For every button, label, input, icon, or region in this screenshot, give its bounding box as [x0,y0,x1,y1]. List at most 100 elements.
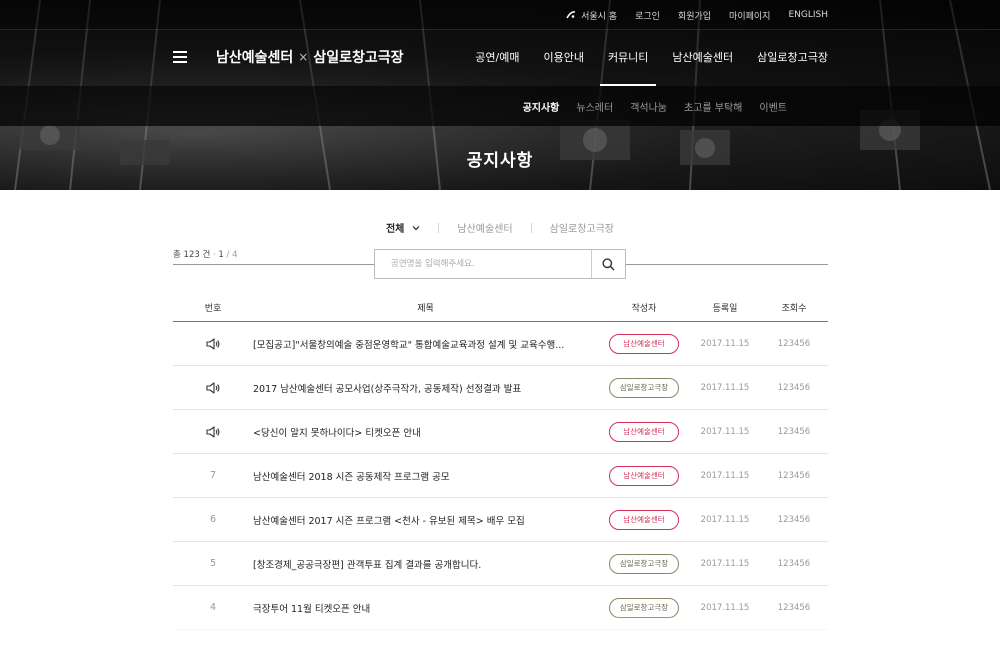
table-row[interactable]: 4 극장투어 11월 티켓오픈 안내 삼일로창고극장 2017.11.15 123456 [173,586,828,630]
row-number: 6 [209,514,217,525]
row-date: 2017.11.15 [700,558,750,569]
row-number: 5 [209,558,217,569]
filter-all[interactable]: 전체 [386,220,420,235]
notice-marker [173,381,253,395]
header-title: 제목 [417,304,434,314]
snb-newsletter[interactable]: 뉴스레터 [576,99,613,114]
notice-table: 번호 제목 작성자 등록일 조회수 [모집공고]"서울창의예술 중점운영학교" … [173,294,828,630]
author-badge: 삼일로창고극장 [609,597,679,618]
table-row[interactable]: 6 남산예술센터 2017 시즌 프로그램 <천사 - 유보된 제목> 배우 모집… [173,498,828,542]
count-dot: · [213,250,216,260]
total-pages: / 4 [226,250,238,260]
row-author: 삼일로창고극장 [598,377,690,398]
english-link[interactable]: ENGLISH [788,10,828,20]
speaker-icon [206,425,220,438]
divider [438,222,440,233]
author-badge: 남산예술센터 [609,465,679,486]
author-badge: 삼일로창고극장 [609,377,679,398]
row-views: 123456 [777,514,811,525]
brand-separator: × [298,50,309,64]
gnb-performance[interactable]: 공연/예매 [475,30,519,86]
row-views: 123456 [777,470,811,481]
page-title: 공지사항 [466,151,534,171]
table-body: [모집공고]"서울창의예술 중점운영학교" 통합예술교육과정 설계 및 교육수행… [173,322,828,630]
filter-namsan[interactable]: 남산예술센터 [457,220,512,235]
row-date: 2017.11.15 [700,514,750,525]
sub-nav-bar: 공지사항 뉴스레터 객석나눔 초고를 부탁해 이벤트 [0,86,1000,126]
author-badge: 남산예술센터 [609,421,679,442]
row-date: 2017.11.15 [700,470,750,481]
login-link[interactable]: 로그인 [635,9,660,22]
seoul-home-link[interactable]: 서울시 홈 [565,9,617,22]
speaker-icon [206,381,220,394]
table-row[interactable]: 5 [창조경제_공공극장편] 관객투표 집계 결과를 공개합니다. 삼일로창고극장 2… [173,542,828,586]
row-author: 삼일로창고극장 [598,553,690,574]
row-title[interactable]: <당신이 알지 못하나이다> 티켓오픈 안내 [253,425,598,439]
search-box [374,249,626,279]
snb-draft-request[interactable]: 초고를 부탁해 [684,99,742,114]
header-author: 작성자 [631,304,657,314]
row-author: 삼일로창고극장 [598,597,690,618]
row-date: 2017.11.15 [700,602,750,613]
row-views: 123456 [777,558,811,569]
sub-nav: 공지사항 뉴스레터 객석나눔 초고를 부탁해 이벤트 [506,86,787,126]
row-views: 123456 [777,338,811,349]
filter-all-label: 전체 [385,224,405,235]
table-header: 번호 제목 작성자 등록일 조회수 [173,294,828,322]
filter-tabs: 전체 남산예술센터 삼일로창고극장 [0,220,1000,235]
search-icon [602,257,615,271]
row-number: 4 [209,602,217,613]
notice-marker [173,425,253,439]
seoul-logo-icon [566,11,576,19]
header-views: 조회수 [781,304,807,314]
hamburger-menu-icon[interactable] [173,51,187,63]
count-total: 123 [183,250,200,260]
row-title[interactable]: 극장투어 11월 티켓오픈 안내 [253,601,598,615]
brand-samilro: 삼일로창고극장 [313,50,404,66]
mypage-link[interactable]: 마이페이지 [729,9,770,22]
row-date: 2017.11.15 [700,382,750,393]
filter-samilro[interactable]: 삼일로창고극장 [550,220,614,235]
site-logo[interactable]: 남산예술센터 × 삼일로창고극장 [216,47,404,67]
table-row[interactable]: [모집공고]"서울창의예술 중점운영학교" 통합예술교육과정 설계 및 교육수행… [173,322,828,366]
gnb-samilro[interactable]: 삼일로창고극장 [757,30,828,86]
table-row[interactable]: <당신이 알지 못하나이다> 티켓오픈 안내 남산예술센터 2017.11.15 12… [173,410,828,454]
row-title[interactable]: [모집공고]"서울창의예술 중점운영학교" 통합예술교육과정 설계 및 교육수행… [253,337,598,351]
author-badge: 남산예술센터 [609,333,679,354]
row-title[interactable]: 2017 남산예술센터 공모사업(상주극작가, 공동제작) 선정결과 발표 [253,381,598,395]
gnb-community[interactable]: 커뮤니티 [599,30,658,86]
speaker-icon [206,337,220,350]
row-author: 남산예술센터 [598,421,690,442]
row-title[interactable]: [창조경제_공공극장편] 관객투표 집계 결과를 공개합니다. [253,557,598,571]
chevron-down-icon [412,225,420,230]
seoul-home-label: 서울시 홈 [581,11,618,22]
gnb-info[interactable]: 이용안내 [543,30,583,86]
snb-seat-sharing[interactable]: 객석나눔 [630,99,667,114]
snb-event[interactable]: 이벤트 [759,99,787,114]
search-button[interactable] [591,250,625,278]
global-nav: 공연/예매 이용안내 커뮤니티 남산예술센터 삼일로창고극장 [451,30,828,86]
author-badge: 삼일로창고극장 [609,553,679,574]
header-date: 등록일 [712,304,738,314]
table-row[interactable]: 7 남산예술센터 2018 시즌 공동제작 프로그램 공모 남산예술센터 2017.1… [173,454,828,498]
row-author: 남산예술센터 [598,509,690,530]
row-author: 남산예술센터 [598,465,690,486]
main-header: 남산예술센터 × 삼일로창고극장 공연/예매 이용안내 커뮤니티 남산예술센터 … [0,30,1000,86]
author-badge: 남산예술센터 [609,509,679,530]
snb-notice[interactable]: 공지사항 [523,99,560,114]
row-title[interactable]: 남산예술센터 2018 시즌 공동제작 프로그램 공모 [253,469,598,483]
notice-marker [173,337,253,351]
row-views: 123456 [777,426,811,437]
signup-link[interactable]: 회원가입 [678,9,711,22]
count-prefix: 총 [173,250,181,260]
header-no: 번호 [204,304,222,314]
row-number: 7 [209,470,217,481]
row-date: 2017.11.15 [700,338,750,349]
row-views: 123456 [777,382,811,393]
search-input[interactable] [375,250,593,278]
utility-bar: 서울시 홈 로그인 회원가입 마이페이지 ENGLISH [0,0,1000,30]
row-date: 2017.11.15 [700,426,750,437]
gnb-namsan[interactable]: 남산예술센터 [672,30,733,86]
row-title[interactable]: 남산예술센터 2017 시즌 프로그램 <천사 - 유보된 제목> 배우 모집 [253,513,598,527]
table-row[interactable]: 2017 남산예술센터 공모사업(상주극작가, 공동제작) 선정결과 발표 삼일로… [173,366,828,410]
